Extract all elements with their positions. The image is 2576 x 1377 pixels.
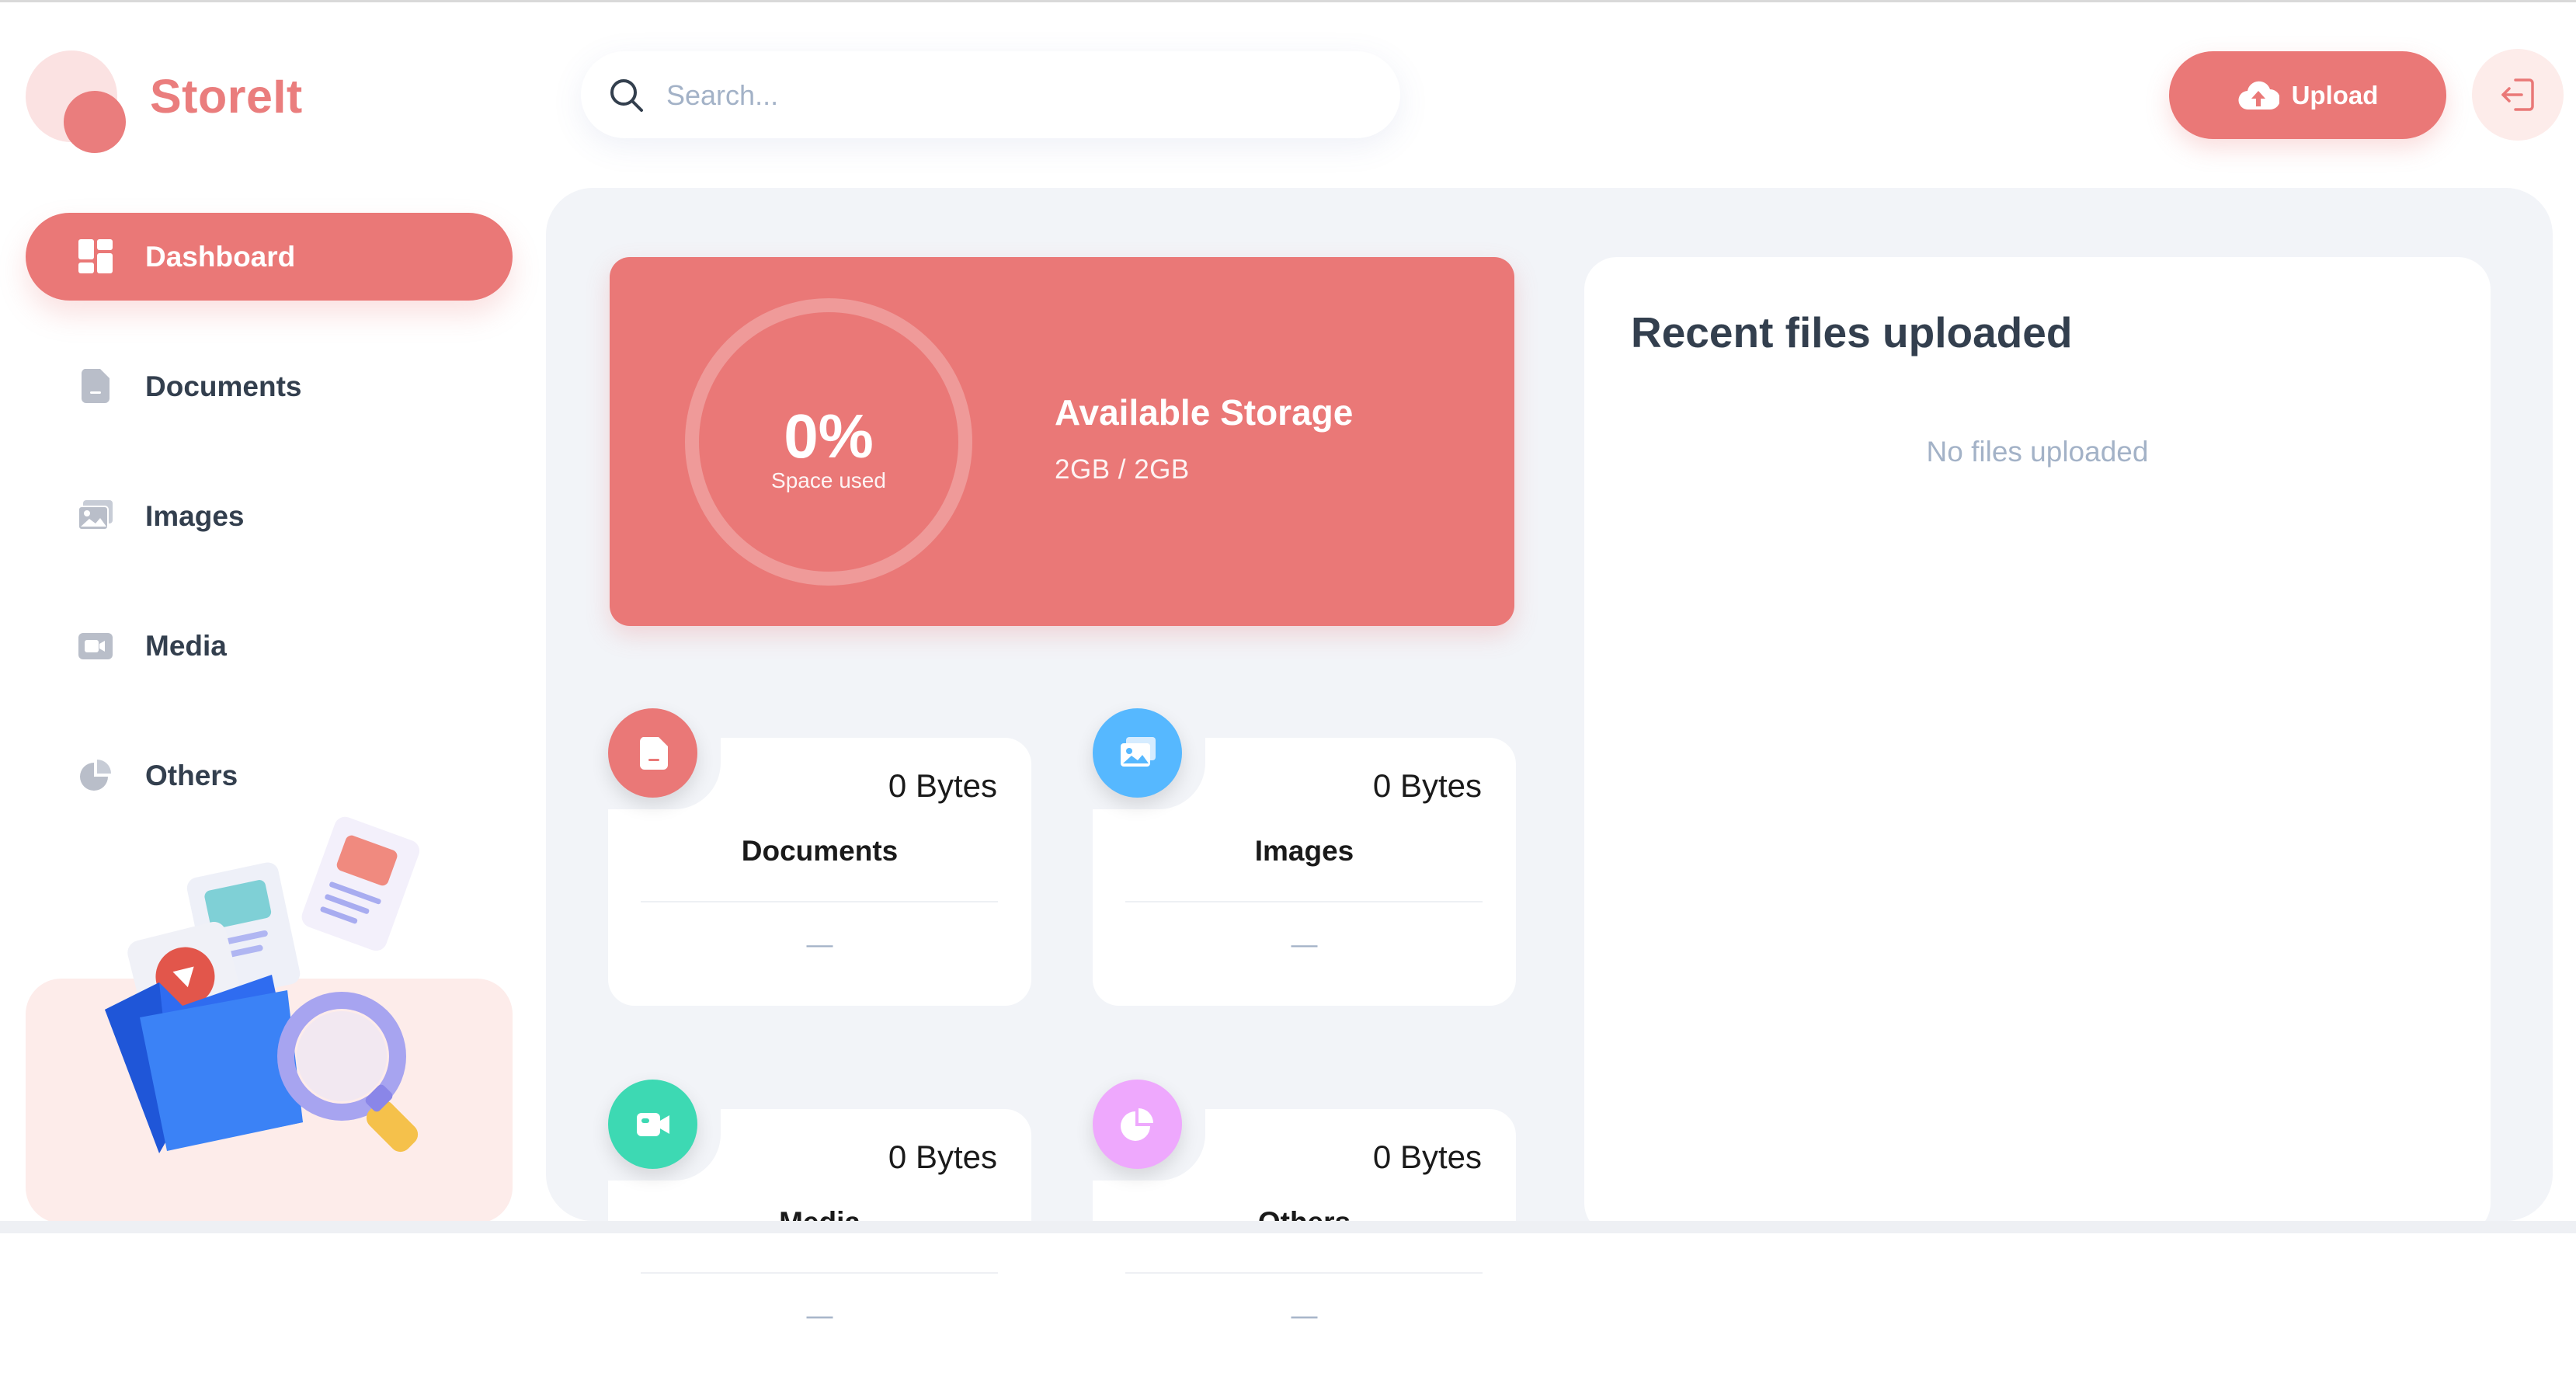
category-card-media[interactable]: 0 Bytes Media — [608, 1080, 1031, 1377]
dashboard-icon [78, 239, 113, 273]
sidebar-item-label: Media [145, 629, 227, 662]
pie-chart-icon [80, 760, 111, 791]
category-divider [1125, 1272, 1483, 1274]
video-icon [78, 633, 113, 659]
storage-percent-used: 0% [784, 402, 874, 471]
pie-chart-icon [1121, 1108, 1153, 1141]
category-divider [1125, 901, 1483, 902]
image-icon [1121, 737, 1156, 767]
category-card-others[interactable]: 0 Bytes Others — [1093, 1080, 1516, 1377]
window-top-border [0, 0, 2576, 2]
category-last-update: — [1291, 930, 1318, 959]
window-bottom-edge [0, 1221, 2576, 1233]
category-size: 0 Bytes [1372, 1139, 1482, 1175]
sidebar-item-label: Images [145, 499, 245, 532]
category-size: 0 Bytes [888, 767, 997, 804]
cloud-upload-icon [2238, 81, 2279, 110]
category-card-documents[interactable]: 0 Bytes Documents — [608, 708, 1031, 1006]
category-size: 0 Bytes [1372, 767, 1482, 804]
category-card-images[interactable]: 0 Bytes Images — [1093, 708, 1516, 1006]
logout-icon [2501, 78, 2534, 111]
category-badge-others [1093, 1080, 1182, 1169]
sidebar-item-others[interactable]: Others [26, 732, 513, 819]
search-icon [610, 79, 643, 112]
app-name: StoreIt [150, 70, 303, 123]
files-illustration [105, 816, 420, 1153]
sidebar-item-dashboard[interactable]: Dashboard [26, 213, 513, 301]
app-logo[interactable]: StoreIt [23, 50, 302, 153]
sidebar-item-images[interactable]: Images [26, 472, 513, 560]
sidebar-item-media[interactable]: Media [26, 602, 513, 690]
category-last-update: — [1291, 1301, 1318, 1330]
category-name: Images [1254, 835, 1354, 867]
sidebar-item-documents[interactable]: Documents [26, 343, 513, 430]
logo-mark-front [64, 91, 126, 153]
category-divider [641, 1272, 998, 1274]
category-badge-media [608, 1080, 697, 1169]
search-input[interactable] [665, 71, 1367, 120]
sidebar-item-label: Documents [145, 370, 302, 402]
sidebar-item-label: Others [145, 759, 238, 791]
category-size: 0 Bytes [888, 1139, 997, 1175]
category-name: Documents [741, 835, 899, 867]
document-icon [639, 737, 668, 770]
search-bar[interactable] [581, 51, 1400, 138]
storage-value: 2GB / 2GB [1055, 454, 1190, 485]
category-badge-images [1093, 708, 1182, 798]
sidebar-item-label: Dashboard [145, 240, 296, 273]
storage-percent-label: Space used [771, 468, 886, 492]
sidebar-nav: Dashboard Documents Images Media Others [26, 213, 513, 861]
recent-files-empty-state: No files uploaded [1926, 436, 2149, 468]
storage-title: Available Storage [1055, 392, 1354, 433]
video-icon [637, 1113, 669, 1136]
category-badge-documents [608, 708, 697, 798]
storage-summary-card: 0% Space used Available Storage 2GB / 2G… [610, 257, 1514, 626]
recent-files-panel: Recent files uploaded No files uploaded [1584, 257, 2491, 1236]
upload-button-label: Upload [2291, 80, 2379, 110]
category-last-update: — [806, 1301, 833, 1330]
category-divider [641, 901, 998, 902]
category-last-update: — [806, 930, 833, 959]
logout-button[interactable] [2472, 49, 2564, 141]
recent-files-title: Recent files uploaded [1631, 308, 2073, 356]
upload-button[interactable]: Upload [2169, 51, 2446, 139]
image-icon [78, 500, 113, 530]
document-icon [81, 369, 110, 403]
